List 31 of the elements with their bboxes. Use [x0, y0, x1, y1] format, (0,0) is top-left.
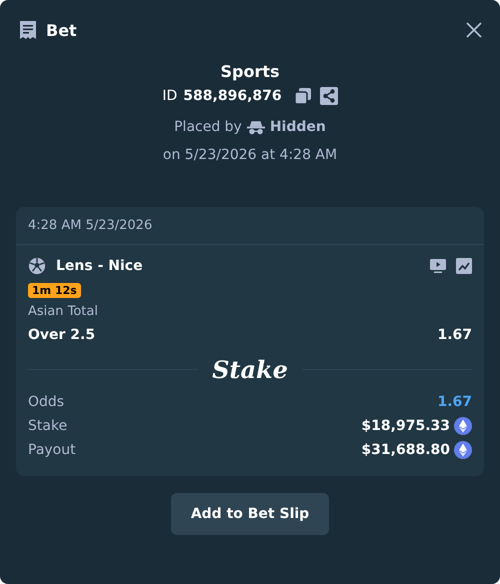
event-name[interactable]: Lens - Nice: [56, 258, 143, 274]
copy-icon[interactable]: [294, 87, 312, 105]
ethereum-icon: [454, 441, 472, 459]
id-label: ID: [162, 88, 178, 104]
market-name: Asian Total: [28, 304, 99, 319]
bet-id: 588,896,876: [183, 88, 282, 104]
outcome-odds: 1.67: [437, 327, 472, 343]
live-timer-badge: 1m 12s: [28, 283, 81, 298]
stat-value: $31,688.80: [361, 442, 450, 458]
stat-label: Stake: [28, 418, 68, 434]
brand-logo: Stake: [212, 355, 288, 384]
stat-value: 1.67: [437, 394, 472, 410]
close-icon[interactable]: [466, 22, 482, 38]
modal-title: Bet: [46, 20, 77, 40]
bet-category: Sports: [220, 62, 280, 81]
placed-date: on 5/23/2026 at 4:28 AM: [162, 147, 338, 163]
placed-by-label: Placed by: [174, 119, 242, 135]
stats-chart-icon[interactable]: [456, 258, 472, 274]
outcome-name: Over 2.5: [28, 327, 96, 343]
bet-timestamp: 4:28 AM 5/23/2026: [16, 207, 484, 245]
share-icon[interactable]: [320, 87, 338, 105]
incognito-icon: [246, 120, 265, 134]
username: Hidden: [270, 119, 326, 135]
soccer-ball-icon: [28, 257, 46, 275]
stat-value: $18,975.33: [361, 418, 450, 434]
receipt-icon: [18, 20, 38, 40]
live-stream-icon[interactable]: [430, 258, 446, 274]
add-to-bet-slip-button[interactable]: Add to Bet Slip: [170, 493, 330, 535]
stat-label: Odds: [28, 394, 64, 410]
ethereum-icon: [454, 417, 472, 435]
stat-label: Payout: [28, 442, 76, 458]
